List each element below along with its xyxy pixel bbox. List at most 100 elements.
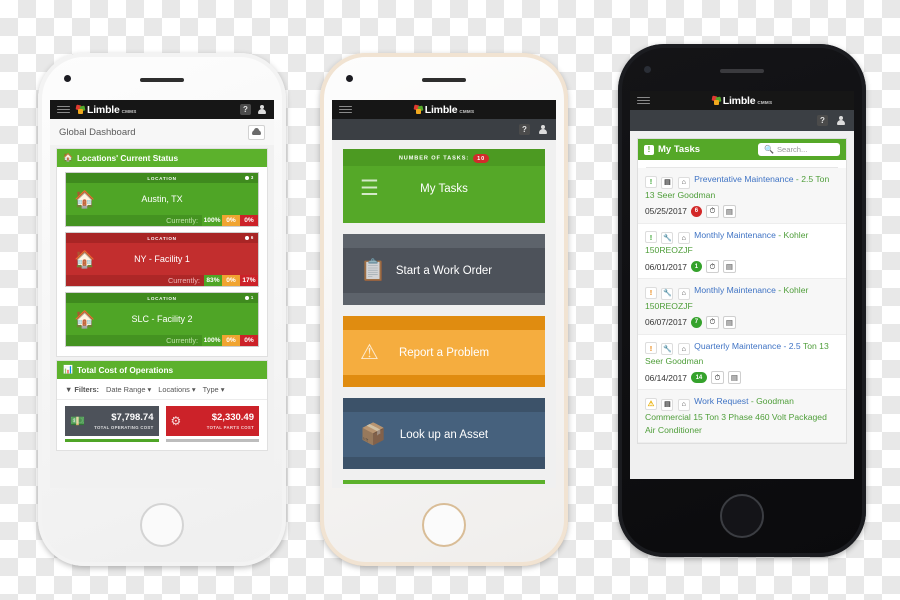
hamburger-icon[interactable] [339,105,352,114]
wrench-icon: 🔧 [661,343,674,355]
app-subbar: ? [630,110,854,131]
search-placeholder: Search... [776,145,808,154]
location-card[interactable]: LOCATION 6 🏠 NY - Facility 1 Currently: … [65,232,259,287]
location-count: 3 [244,175,254,180]
locations-panel-header: 🏠 Locations' Current Status [57,149,267,167]
task-row[interactable]: ! 🔧 ⌂ Monthly Maintenance - Kohler 150RE… [638,279,846,335]
task-row[interactable]: ! ▤ ⌂ Preventative Maintenance - 2.5 Ton… [638,168,846,224]
location-card-label: LOCATION 3 [66,173,258,183]
tile-caption [343,398,545,412]
cloud-button[interactable] [248,125,265,140]
comment-icon[interactable]: ▤ [727,371,741,384]
cost-card-parts[interactable]: ⚙ $2,330.49 TOTAL PARTS COST [165,406,259,436]
hamburger-icon[interactable] [57,105,70,114]
earpiece-speaker [422,78,466,82]
brand-name: Limble [87,103,120,116]
locations-panel: 🏠 Locations' Current Status LOCATION 3 🏠… [56,148,268,357]
cost-bar-green [65,439,159,442]
location-status-bar: Currently: 100% 0% 0% [66,215,258,226]
status-segment-green: 100% [202,335,222,346]
status-segment-red: 17% [240,275,258,286]
cost-panel-header: 📊 Total Cost of Operations [57,361,267,379]
dashboard-body: Global Dashboard 🏠 Locations' Current St… [50,119,274,488]
home-icon: 🏠 [74,250,96,269]
priority-icon: ! [645,286,657,299]
help-icon[interactable]: ? [519,124,530,135]
filter-type[interactable]: Type ▾ [203,385,225,394]
task-date: 06/01/2017 [645,261,687,272]
home-icon: 🏠 [63,153,73,162]
clipboard-icon: 📋 [360,259,387,282]
dashboard-title-row: Global Dashboard [50,119,274,145]
comment-icon[interactable]: ▤ [722,260,736,273]
page-title: Global Dashboard [59,127,136,138]
home-icon: ⌂ [677,398,690,411]
location-card[interactable]: LOCATION 1 🏠 SLC - Facility 2 Currently:… [65,292,259,347]
menu-tile-report-problem[interactable]: ⚠ Report a Problem [343,316,545,387]
help-icon[interactable]: ? [240,104,251,115]
menu-tile-look-up-asset[interactable]: 📦 Look up an Asset [343,398,545,469]
filters-label: ▼ Filters: [65,385,100,394]
brand-logo: Limble CMMS [75,103,136,116]
brand-logo: Limble CMMS [413,104,475,116]
location-name: Austin, TX [141,194,183,204]
task-row[interactable]: ! 🔧 ⌂ Quarterly Maintenance - 2.5 Ton 13… [638,335,846,390]
phone-center-gold: Limble CMMS ? NUMBER OF TASKS: 10 ☰ My Ta… [320,53,568,566]
home-button[interactable] [422,503,466,547]
status-segment-red: 0% [240,215,258,226]
phone-left-white: Limble CMMS ? Global Dashboard 🏠 Locatio… [38,53,286,566]
document-icon: ▤ [661,398,674,411]
clock-icon[interactable]: ⏱ [705,260,719,273]
home-button[interactable] [140,503,184,547]
screenshot-stage: Limble CMMS ? Global Dashboard 🏠 Locatio… [0,0,900,600]
home-icon: ⌂ [677,343,690,355]
user-icon[interactable] [835,115,846,126]
my-tasks-panel: ! My Tasks 🔍 Search... ! ▤ ⌂ Preventativ… [637,138,847,444]
hamburger-icon[interactable] [637,96,650,105]
user-icon[interactable] [256,104,267,115]
priority-icon: ! [645,342,657,354]
location-count: 1 [244,295,254,300]
brand-subname: CMMS [459,109,475,114]
brand-subname: CMMS [757,100,773,105]
task-row[interactable]: ! 🔧 ⌂ Monthly Maintenance - Kohler 150RE… [638,224,846,279]
user-icon[interactable] [537,124,548,135]
clock-icon[interactable]: ⏱ [705,204,719,218]
app-topbar: Limble CMMS [630,91,854,110]
menu-body: NUMBER OF TASKS: 10 ☰ My Tasks 📋 Start a … [332,140,556,488]
parts-cost-caption: TOTAL PARTS COST [206,425,254,430]
tasks-body: ! My Tasks 🔍 Search... ! ▤ ⌂ Preventativ… [630,131,854,479]
help-icon[interactable]: ? [817,115,828,126]
cost-panel-title: Total Cost of Operations [76,365,174,375]
location-count: 6 [244,235,254,240]
filter-locations[interactable]: Locations ▾ [158,385,195,394]
boxes-icon: 📦 [360,423,387,446]
task-count-badge: 1 [690,261,702,272]
task-row[interactable]: ⚠ ▤ ⌂ Work Request - Goodman Commercial … [638,390,846,443]
clock-icon[interactable]: ⏱ [705,315,719,329]
warning-icon: ⚠ [360,341,379,364]
comment-icon[interactable]: ▤ [722,315,736,329]
filter-date-range[interactable]: Date Range ▾ [106,385,151,394]
task-title: Work Request [694,396,749,406]
phone-screen-menu: Limble CMMS ? NUMBER OF TASKS: 10 ☰ My Ta… [332,100,556,488]
task-title: Monthly Maintenance [694,229,776,240]
comment-icon[interactable]: ▤ [722,204,736,218]
cost-panel: 📊 Total Cost of Operations ▼ Filters: Da… [56,360,268,451]
status-segment-orange: 0% [222,335,240,346]
locations-panel-title: Locations' Current Status [76,153,179,163]
phone-screen-tasks: Limble CMMS ? ! My Tasks 🔍 Search... ! ▤… [630,91,854,479]
brand-logo: Limble CMMS [711,95,773,107]
task-date: 06/14/2017 [645,372,687,383]
home-button[interactable] [720,494,764,538]
cost-card-operating[interactable]: 💵 $7,798.74 TOTAL OPERATING COST [65,406,159,436]
menu-tile-my-tasks[interactable]: NUMBER OF TASKS: 10 ☰ My Tasks [343,149,545,223]
location-card-body: 🏠 Austin, TX [66,183,258,215]
location-card-body: 🏠 NY - Facility 1 [66,243,258,275]
tile-caption [343,316,545,330]
clock-icon[interactable]: ⏱ [710,371,724,384]
menu-tile-start-work-order[interactable]: 📋 Start a Work Order [343,234,545,305]
search-input[interactable]: 🔍 Search... [758,143,840,156]
status-segment-green: 83% [204,275,222,286]
location-card[interactable]: LOCATION 3 🏠 Austin, TX Currently: 100% … [65,172,259,227]
